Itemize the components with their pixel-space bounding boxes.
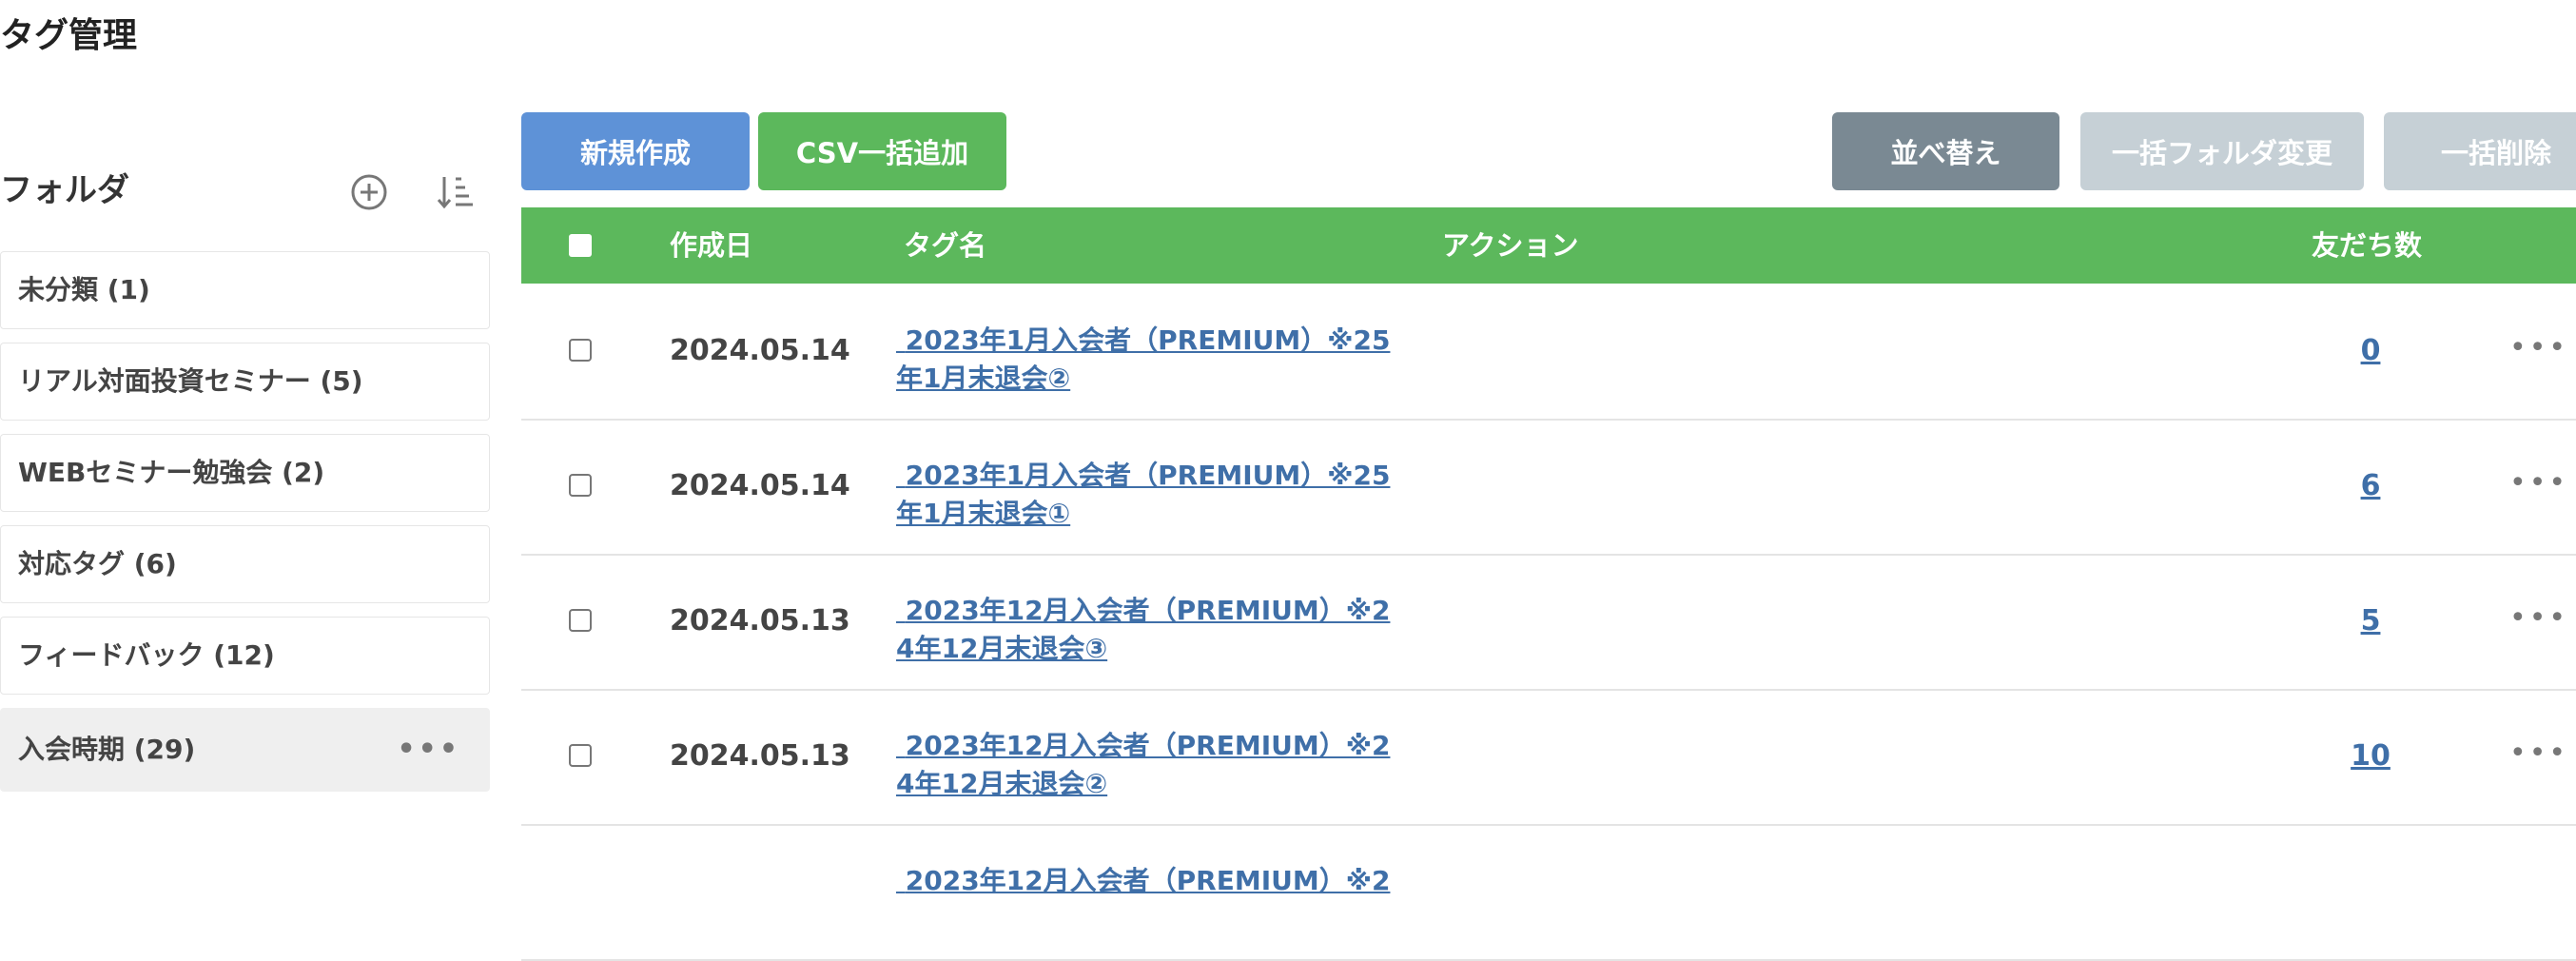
column-header-tag-name[interactable]: タグ名 bbox=[904, 207, 986, 284]
table-row: 2023年12月入会者（PREMIUM）※2 bbox=[521, 824, 2576, 961]
table-row: 2024.05.14 2023年1月入会者（PREMIUM）※25 年1月末退会… bbox=[521, 284, 2576, 421]
folder-item-label: リアル対面投資セミナー (5) bbox=[18, 365, 363, 397]
folder-item[interactable]: 対応タグ (6) bbox=[0, 525, 490, 603]
friend-count-link[interactable]: 0 bbox=[2342, 284, 2399, 419]
row-date: 2024.05.14 bbox=[670, 334, 850, 367]
csv-bulk-add-button[interactable]: CSV一括追加 bbox=[758, 112, 1006, 190]
folder-item-label: WEBセミナー勉強会 (2) bbox=[18, 457, 325, 488]
sort-icon[interactable] bbox=[436, 171, 478, 213]
tag-name-link[interactable]: 2023年1月入会者（PREMIUM）※25 年1月末退会② bbox=[896, 322, 1391, 398]
column-header-friends[interactable]: 友だち数 bbox=[2312, 207, 2422, 284]
folder-list: 未分類 (1) リアル対面投資セミナー (5) WEBセミナー勉強会 (2) 対応タグ… bbox=[0, 251, 490, 805]
folder-item[interactable]: WEBセミナー勉強会 (2) bbox=[0, 434, 490, 512]
more-icon[interactable]: ••• bbox=[2509, 554, 2568, 683]
more-icon[interactable]: ••• bbox=[2509, 284, 2568, 413]
tag-name-link[interactable]: 2023年12月入会者（PREMIUM）※2 4年12月末退会③ bbox=[896, 592, 1391, 668]
friend-count-link[interactable]: 5 bbox=[2342, 554, 2399, 689]
folder-item-label: 対応タグ (6) bbox=[18, 548, 177, 579]
tag-name-link[interactable]: 2023年12月入会者（PREMIUM）※2 4年12月末退会② bbox=[896, 727, 1391, 803]
new-tag-button[interactable]: 新規作成 bbox=[521, 112, 750, 190]
folder-item-label: 未分類 (1) bbox=[18, 274, 150, 305]
page-title: タグ管理 bbox=[0, 16, 138, 55]
row-date: 2024.05.13 bbox=[670, 604, 850, 637]
folder-item[interactable]: 未分類 (1) bbox=[0, 251, 490, 329]
folder-header: フォルダ bbox=[0, 164, 490, 217]
folder-item[interactable]: リアル対面投資セミナー (5) bbox=[0, 343, 490, 421]
folder-item[interactable]: フィードバック (12) bbox=[0, 617, 490, 695]
table-row: 2024.05.13 2023年12月入会者（PREMIUM）※2 4年12月末… bbox=[521, 554, 2576, 691]
more-icon[interactable]: ••• bbox=[2509, 419, 2568, 548]
row-checkbox[interactable] bbox=[569, 339, 592, 362]
bulk-folder-change-button[interactable]: 一括フォルダ変更 bbox=[2080, 112, 2364, 190]
folder-item[interactable]: 入会時期 (29) ••• bbox=[0, 708, 490, 792]
table-row: 2024.05.14 2023年1月入会者（PREMIUM）※25 年1月末退会… bbox=[521, 419, 2576, 556]
row-checkbox[interactable] bbox=[569, 609, 592, 632]
tag-name-link[interactable]: 2023年1月入会者（PREMIUM）※25 年1月末退会① bbox=[896, 457, 1391, 533]
table-header: 作成日 タグ名 アクション 友だち数 bbox=[521, 207, 2576, 284]
bulk-delete-button[interactable]: 一括削除 bbox=[2384, 112, 2576, 190]
plus-circle-icon[interactable] bbox=[348, 171, 390, 213]
select-all-checkbox[interactable] bbox=[569, 234, 592, 257]
more-icon[interactable]: ••• bbox=[2509, 689, 2568, 818]
sort-button[interactable]: 並べ替え bbox=[1832, 112, 2059, 190]
friend-count-link[interactable]: 10 bbox=[2342, 689, 2399, 824]
row-date: 2024.05.14 bbox=[670, 469, 850, 502]
table-row: 2024.05.13 2023年12月入会者（PREMIUM）※2 4年12月末… bbox=[521, 689, 2576, 826]
tag-name-link[interactable]: 2023年12月入会者（PREMIUM）※2 bbox=[896, 862, 1391, 900]
column-header-date[interactable]: 作成日 bbox=[670, 207, 752, 284]
row-checkbox[interactable] bbox=[569, 744, 592, 767]
column-header-action: アクション bbox=[1442, 229, 1579, 262]
more-icon[interactable]: ••• bbox=[397, 709, 460, 791]
folder-item-label: 入会時期 (29) bbox=[18, 734, 196, 765]
folder-item-label: フィードバック (12) bbox=[18, 639, 275, 671]
friend-count-link[interactable]: 6 bbox=[2342, 419, 2399, 554]
row-date: 2024.05.13 bbox=[670, 739, 850, 773]
row-checkbox[interactable] bbox=[569, 474, 592, 497]
folder-title: フォルダ bbox=[0, 171, 129, 209]
